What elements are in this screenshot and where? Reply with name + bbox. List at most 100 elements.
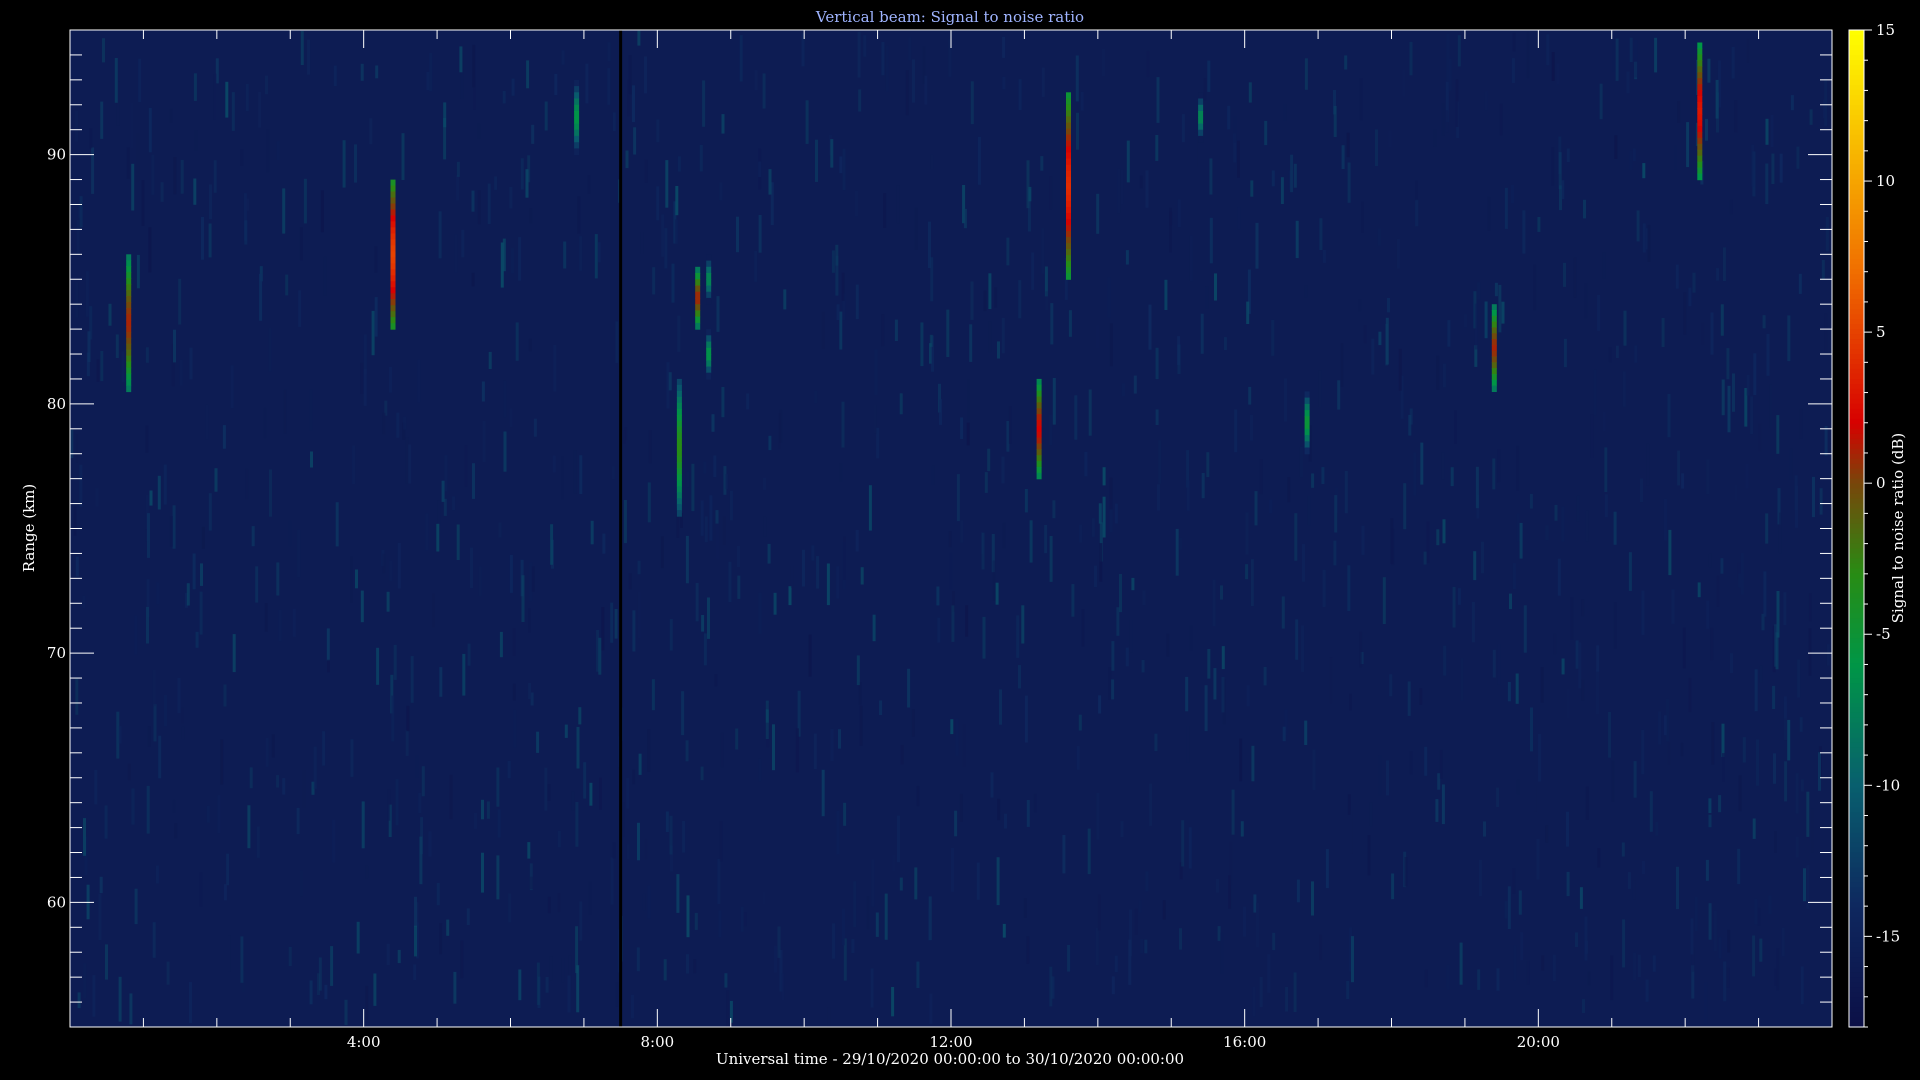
colorbar-swatch	[1849, 463, 1864, 470]
colorbar-swatch	[1849, 673, 1864, 679]
colorbar-swatch	[1849, 702, 1864, 709]
colorbar-swatch	[1849, 772, 1864, 779]
colorbar-swatch	[1849, 952, 1864, 958]
colorbar-swatch	[1849, 129, 1864, 136]
colorbar-tick-label: -10	[1876, 776, 1900, 794]
colorbar-swatch	[1849, 747, 1864, 754]
colorbar-swatch	[1849, 144, 1864, 151]
colorbar-swatch	[1849, 443, 1864, 450]
colorbar-swatch	[1849, 892, 1864, 898]
colorbar-swatch	[1849, 309, 1864, 315]
colorbar-swatch	[1849, 209, 1864, 216]
colorbar-swatch	[1849, 697, 1864, 704]
colorbar-swatch	[1849, 693, 1864, 699]
colorbar-swatch	[1849, 942, 1864, 948]
y-tick-label: 80	[47, 395, 66, 413]
colorbar-swatch	[1849, 109, 1864, 116]
colorbar-swatch	[1849, 752, 1864, 759]
colorbar-swatch	[1849, 388, 1864, 395]
colorbar-swatch	[1849, 737, 1864, 744]
colorbar-swatch	[1849, 428, 1864, 435]
colorbar-tick-label: -5	[1876, 625, 1891, 643]
echo-mark	[706, 254, 712, 305]
colorbar-swatch	[1849, 742, 1864, 749]
colorbar-swatch	[1849, 882, 1864, 889]
colorbar-swatch	[1849, 174, 1864, 181]
colorbar-swatch	[1849, 643, 1864, 649]
colorbar-swatch	[1849, 149, 1864, 156]
colorbar-swatch	[1849, 817, 1864, 824]
colorbar-swatch	[1849, 119, 1864, 126]
colorbar-swatch	[1849, 603, 1864, 609]
echo-mark	[695, 266, 701, 330]
plot-area: 4:00 8:00 12:00 16:00 20:00 60 70 80 90	[47, 29, 1833, 1051]
colorbar-swatch	[1849, 194, 1864, 201]
colorbar-swatch	[1849, 289, 1864, 295]
echo-mark	[1697, 42, 1703, 181]
colorbar-swatch	[1849, 59, 1864, 66]
colorbar-swatch	[1849, 638, 1864, 644]
colorbar-swatch	[1849, 618, 1864, 624]
colorbar-swatch	[1849, 987, 1864, 993]
colorbar-swatch	[1849, 548, 1864, 555]
colorbar-swatch	[1849, 767, 1864, 774]
colorbar-swatch	[1849, 224, 1864, 230]
x-tick-label: 20:00	[1517, 1033, 1560, 1051]
colorbar-swatch	[1849, 69, 1864, 76]
colorbar-swatch	[1849, 79, 1864, 86]
colorbar-swatch	[1849, 977, 1864, 983]
colorbar-swatch	[1849, 802, 1864, 809]
colorbar-swatch	[1849, 89, 1864, 96]
colorbar-swatch	[1849, 299, 1864, 305]
colorbar-swatch	[1849, 503, 1864, 510]
colorbar-swatch	[1849, 448, 1864, 455]
colorbar-swatch	[1849, 30, 1864, 36]
colorbar-swatch	[1849, 154, 1864, 161]
colorbar-swatch	[1849, 319, 1864, 325]
echo-mark	[1304, 391, 1310, 455]
colorbar-swatch	[1849, 349, 1864, 355]
colorbar-swatch	[1849, 797, 1864, 804]
colorbar-swatch	[1849, 832, 1864, 839]
colorbar-swatch	[1849, 523, 1864, 530]
chart-title: Vertical beam: Signal to noise ratio	[815, 8, 1084, 26]
colorbar-swatch	[1849, 74, 1864, 81]
colorbar-swatch	[1849, 902, 1864, 908]
colorbar-swatch	[1849, 219, 1864, 226]
echo-mark	[1066, 92, 1071, 280]
colorbar-swatch	[1849, 533, 1864, 540]
colorbar-swatch	[1849, 787, 1864, 794]
colorbar-swatch	[1849, 344, 1864, 350]
colorbar-swatch	[1849, 927, 1864, 933]
echo-mark	[574, 79, 580, 156]
colorbar-swatch	[1849, 712, 1864, 719]
colorbar-swatch	[1849, 269, 1864, 275]
colorbar-swatch	[1849, 722, 1864, 729]
colorbar-tick-label: 5	[1876, 323, 1886, 341]
colorbar-swatch	[1849, 329, 1864, 335]
colorbar-swatch	[1849, 378, 1864, 385]
colorbar-swatch	[1849, 538, 1864, 545]
x-axis-label: Universal time - 29/10/2020 00:00:00 to …	[716, 1050, 1184, 1068]
colorbar-swatch	[1849, 478, 1864, 485]
colorbar-swatch	[1849, 518, 1864, 525]
colorbar-swatch	[1849, 204, 1864, 211]
colorbar-swatch	[1849, 992, 1864, 998]
colorbar-swatch	[1849, 49, 1864, 56]
x-tick-label: 12:00	[929, 1033, 972, 1051]
y-tick-label: 60	[47, 893, 66, 911]
colorbar-swatch	[1849, 473, 1864, 480]
colorbar-swatch	[1849, 334, 1864, 340]
echo-mark	[1491, 304, 1497, 392]
colorbar-swatch	[1849, 648, 1864, 654]
y-tick-label: 70	[47, 644, 66, 662]
colorbar-tick-label: 10	[1876, 172, 1895, 190]
colorbar-swatch	[1849, 653, 1864, 659]
colorbar-swatch	[1849, 967, 1864, 973]
colorbar-swatch	[1849, 1002, 1864, 1008]
colorbar-swatch	[1849, 199, 1864, 206]
colorbar-swatch	[1849, 668, 1864, 674]
colorbar-swatch	[1849, 1017, 1864, 1023]
colorbar-swatch	[1849, 847, 1864, 854]
colorbar-swatch	[1849, 179, 1864, 186]
